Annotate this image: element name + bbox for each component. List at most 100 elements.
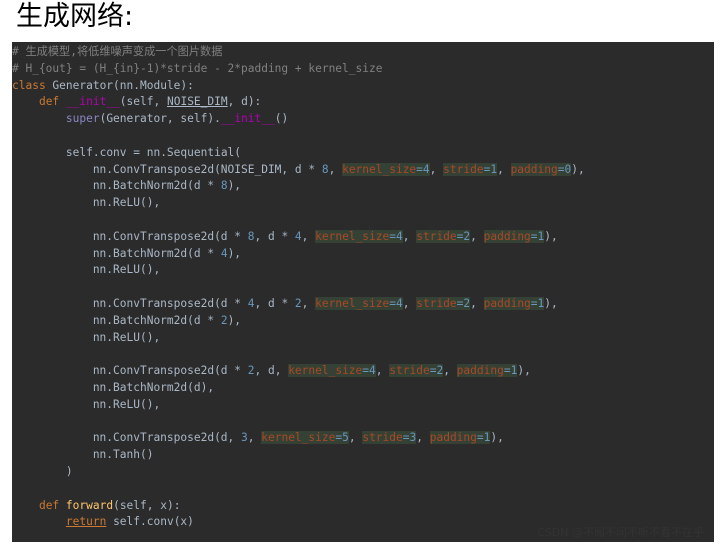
code-editor-panel: # 生成模型,将低维噪声变成一个图片数据 # H_{out} = (H_{in}-…: [12, 42, 714, 542]
code-line: class Generator(nn.Module):: [12, 78, 714, 95]
code-token: Generator(nn.Module):: [52, 78, 194, 92]
code-token: nn.BatchNorm2d(d *: [12, 313, 221, 327]
code-token: NOISE_DIM: [166, 95, 228, 109]
code-token: 4: [422, 162, 430, 176]
code-token: 5: [342, 431, 349, 445]
code-token: padding: [483, 229, 531, 243]
code-token: ,: [443, 364, 457, 378]
code-token: nn.ReLU(),: [12, 263, 161, 277]
code-line: nn.ConvTranspose2d(d * 4, d * 2, kernel_…: [12, 296, 714, 313]
code-token: 3: [241, 431, 248, 445]
code-token: __init__: [220, 112, 275, 126]
code-token: ),: [571, 162, 585, 176]
code-token: padding: [483, 296, 531, 310]
code-line: super(Generator, self).__init__(): [12, 111, 714, 128]
code-token: nn.BatchNorm2d(d *: [12, 179, 221, 193]
code-token: nn.ConvTranspose2d(NOISE_DIM, d *: [12, 162, 322, 176]
code-token: , d *: [254, 229, 295, 243]
code-token: nn.ReLU(),: [12, 330, 161, 344]
code-line: self.conv = nn.Sequential(: [12, 145, 714, 162]
code-token: 8: [321, 162, 329, 176]
code-token: 2: [294, 296, 302, 310]
code-token: 4: [247, 296, 255, 310]
code-token: ,: [429, 162, 444, 176]
code-token: padding: [456, 364, 504, 378]
code-line: nn.Tanh(): [12, 447, 714, 464]
code-token: kernel_size: [342, 162, 417, 176]
code-token: nn.ConvTranspose2d(d *: [12, 229, 248, 243]
code-token: 8: [220, 179, 228, 193]
page-heading: 生成网络:: [16, 1, 134, 32]
code-token: nn.BatchNorm2d(d),: [12, 380, 215, 394]
code-token: nn.ReLU(),: [12, 196, 161, 210]
code-token: ,: [416, 431, 430, 445]
code-token: (: [113, 498, 120, 512]
code-token: (Generator,: [99, 112, 181, 126]
code-line: nn.ReLU(),: [12, 397, 714, 414]
code-token: ),: [490, 431, 504, 445]
code-token: ),: [227, 313, 242, 327]
code-token: ,: [301, 229, 316, 243]
code-token: ),: [227, 246, 242, 260]
code-token: ,: [247, 431, 262, 445]
code-token: ,: [497, 162, 511, 176]
code-token: ),: [227, 179, 242, 193]
code-token: def: [38, 498, 66, 512]
code-line: def __init__(self, NOISE_DIM, d):: [12, 94, 714, 111]
code-token: kernel_size: [315, 296, 390, 310]
code-token: ,: [402, 296, 417, 310]
code-token: 4: [294, 229, 302, 243]
code-token: 4: [396, 296, 403, 310]
code-token: .conv = nn.Sequential(: [92, 145, 242, 159]
code-token: =: [402, 431, 410, 445]
code-line: # 生成模型,将低维噪声变成一个图片数据: [12, 44, 714, 61]
code-token: padding: [510, 162, 558, 176]
code-line: nn.ConvTranspose2d(d, 3, kernel_size=5, …: [12, 430, 714, 447]
code-token: ,: [301, 296, 316, 310]
code-token: , x):: [146, 498, 181, 512]
code-token: =: [530, 229, 538, 243]
code-token: def: [38, 95, 66, 109]
code-token: =: [476, 431, 484, 445]
code-token: ).: [207, 112, 221, 126]
code-token: =: [389, 296, 396, 310]
code-token: forward: [65, 498, 114, 512]
code-token: # H_{out} = (H_{in}-1)*stride - 2*paddin…: [12, 61, 383, 75]
code-token: ),: [544, 229, 558, 243]
code-token: nn.ConvTranspose2d(d *: [12, 296, 248, 310]
code-line: def forward(self, x):: [12, 498, 714, 515]
code-token: ),: [517, 364, 531, 378]
code-token: stride: [416, 296, 457, 310]
code-token: ,: [153, 95, 167, 109]
code-token: ): [12, 464, 73, 478]
code-token: ),: [544, 296, 558, 310]
code-token: ,: [402, 229, 417, 243]
code-line: nn.ConvTranspose2d(NOISE_DIM, d * 8, ker…: [12, 162, 714, 179]
code-token: =: [503, 364, 511, 378]
code-token: # 生成模型,将低维噪声变成一个图片数据: [12, 45, 223, 58]
code-token: super: [65, 112, 100, 126]
code-token: (): [274, 112, 289, 126]
code-token: kernel_size: [315, 229, 390, 243]
code-token: ,: [348, 431, 363, 445]
code-line: nn.BatchNorm2d(d * 2),: [12, 313, 714, 330]
code-token: , d):: [227, 95, 262, 109]
code-token: stride: [389, 364, 430, 378]
code-token: ,: [328, 162, 343, 176]
code-token: self: [119, 498, 147, 512]
watermark: CSDN @不闻不问不听不看不在乎: [537, 526, 704, 539]
code-line: ): [12, 464, 714, 481]
code-token: =: [416, 162, 423, 176]
code-token: 8: [247, 229, 255, 243]
code-token: self: [180, 112, 208, 126]
code-token: nn.BatchNorm2d(d *: [12, 246, 221, 260]
code-token: self: [65, 145, 93, 159]
code-token: padding: [429, 431, 477, 445]
